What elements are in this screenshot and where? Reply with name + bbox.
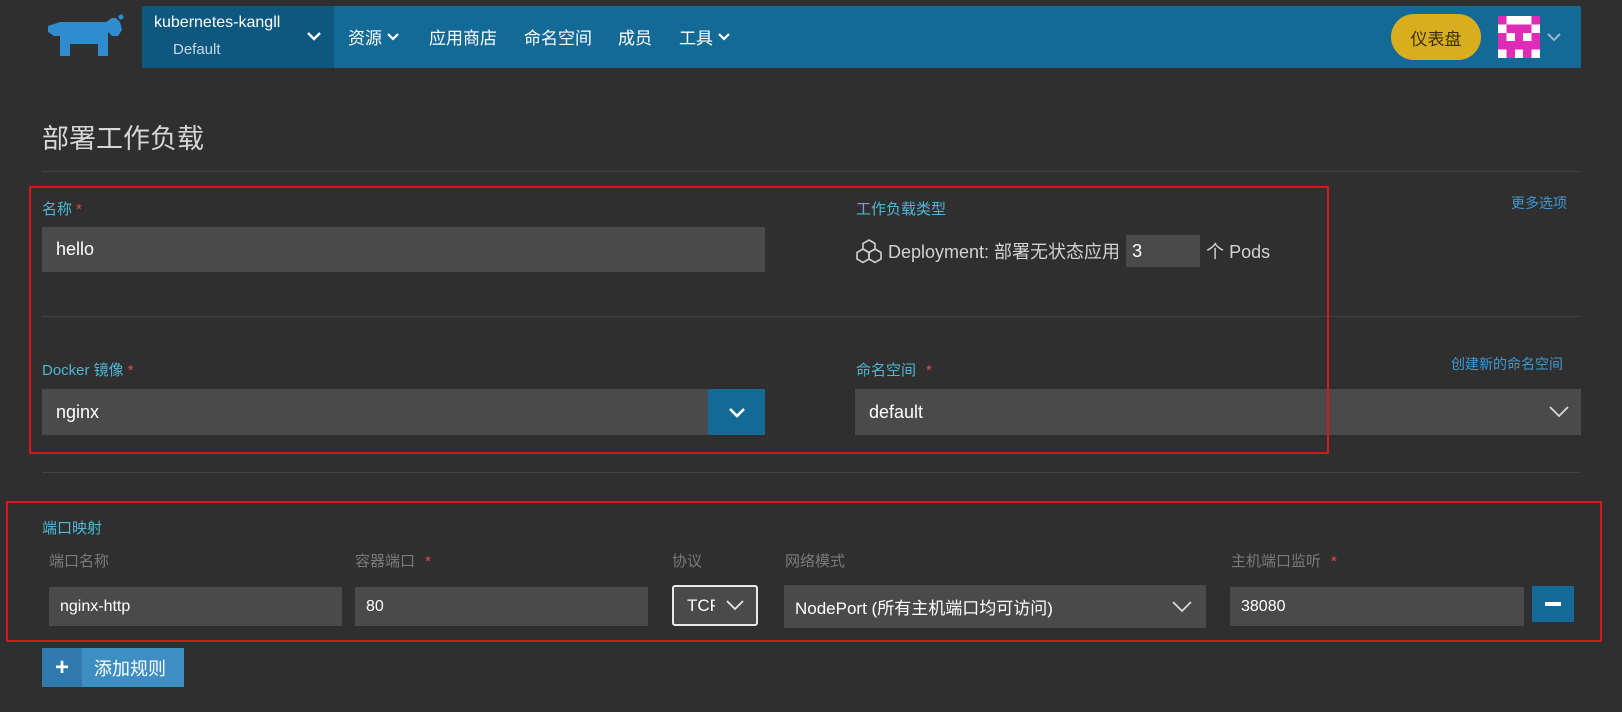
nav-resources-label: 资源: [348, 29, 382, 48]
more-options-link[interactable]: 更多选项: [1511, 193, 1567, 213]
annotation-box-ports: [6, 501, 1602, 642]
divider: [42, 171, 1580, 172]
create-namespace-link[interactable]: 创建新的命名空间: [1451, 354, 1563, 374]
dashboard-button[interactable]: 仪表盘: [1391, 14, 1481, 60]
rancher-logo-icon[interactable]: [42, 14, 126, 60]
project-name: Default: [173, 41, 221, 58]
chevron-down-icon[interactable]: [1546, 31, 1562, 43]
add-rule-button[interactable]: + 添加规则: [42, 648, 184, 687]
cluster-name: kubernetes-kangll: [154, 14, 281, 31]
chevron-down-icon: [1549, 406, 1569, 418]
annotation-box-basic: [29, 186, 1329, 454]
nav-tools[interactable]: 工具: [679, 24, 731, 49]
nav-namespaces-label: 命名空间: [524, 29, 592, 48]
nav-members[interactable]: 成员: [618, 24, 652, 49]
chevron-down-icon: [387, 32, 399, 41]
avatar-icon[interactable]: [1498, 16, 1540, 58]
chevron-down-icon: [718, 32, 730, 41]
page-title: 部署工作负载: [42, 124, 204, 154]
nav-tools-label: 工具: [679, 29, 713, 48]
plus-icon: +: [42, 648, 82, 687]
divider: [42, 472, 1580, 473]
nav-app-store[interactable]: 应用商店: [429, 24, 497, 49]
chevron-down-icon[interactable]: [306, 30, 322, 42]
nav-members-label: 成员: [618, 29, 652, 48]
nav-app-store-label: 应用商店: [429, 29, 497, 48]
nav-resources[interactable]: 资源: [348, 24, 400, 49]
add-rule-label: 添加规则: [94, 658, 166, 679]
nav-namespaces[interactable]: 命名空间: [524, 24, 592, 49]
